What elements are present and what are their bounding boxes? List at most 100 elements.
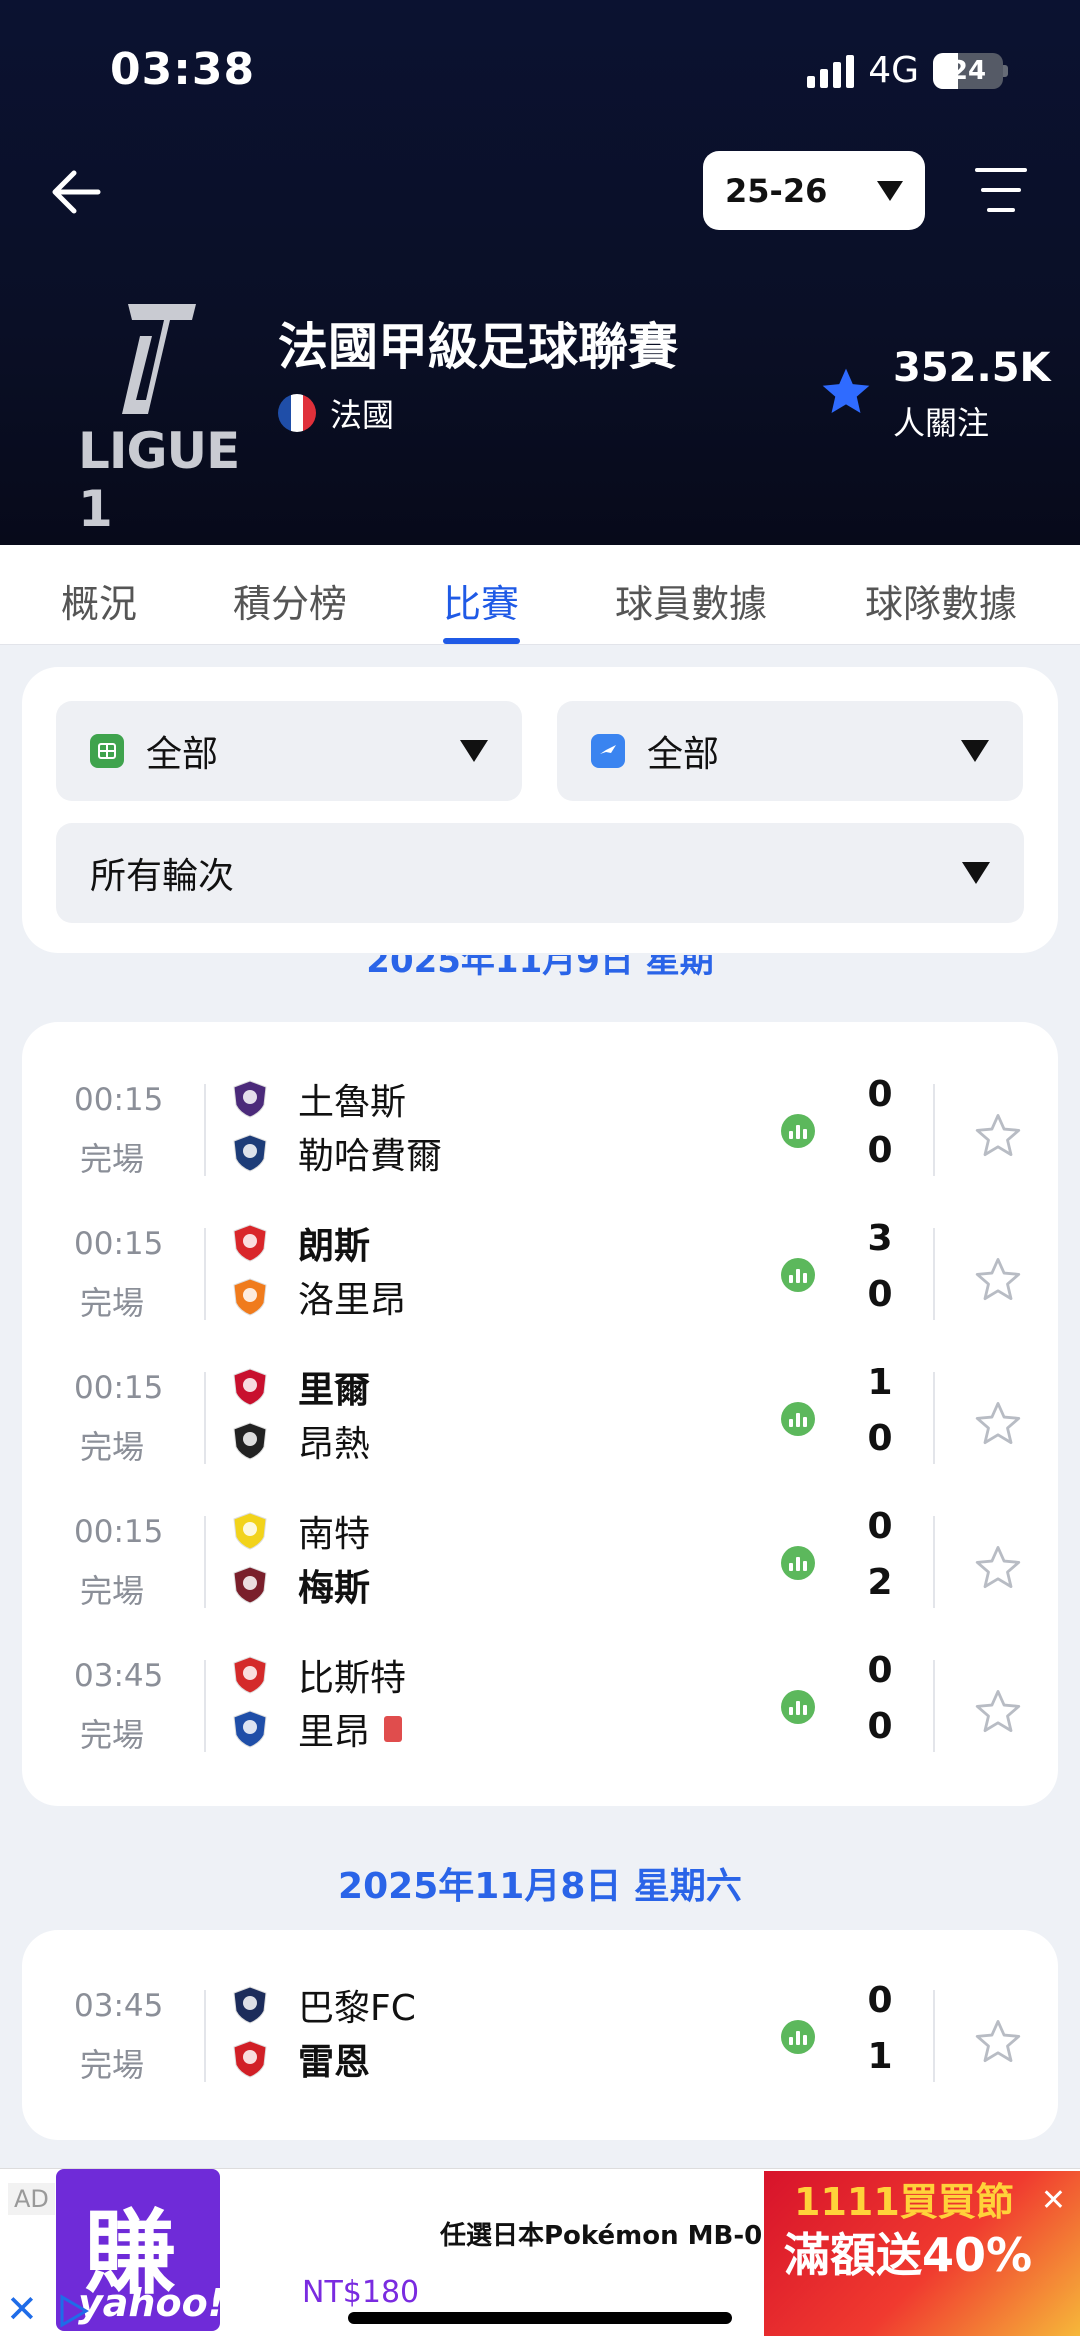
follow-star-icon[interactable]: [818, 364, 874, 420]
favorite-star-icon[interactable]: [972, 1542, 1024, 1594]
league-country: 法國: [278, 390, 394, 436]
filter-menu-icon[interactable]: [975, 168, 1031, 214]
home-score: 0: [867, 1650, 893, 1691]
status-bar: 03:38 4G 24: [0, 40, 1080, 100]
season-selector[interactable]: 25-26: [703, 151, 925, 230]
match-row[interactable]: 00:15 完場 里爾昂熱 1 0: [22, 1352, 1058, 1496]
home-score: 1: [867, 1362, 893, 1403]
away-team-crest-icon: [230, 1421, 270, 1461]
away-score: 0: [867, 1706, 893, 1747]
chevron-down-icon: [961, 740, 989, 762]
match-row[interactable]: 00:15 完場 南特 梅斯 0 2: [22, 1496, 1058, 1640]
home-indicator: [348, 2312, 732, 2324]
season-label: 25-26: [725, 171, 828, 210]
divider: [933, 1372, 935, 1464]
favorite-star-icon[interactable]: [972, 1254, 1024, 1306]
chevron-down-icon: [460, 740, 488, 762]
favorite-star-icon[interactable]: [972, 1686, 1024, 1738]
country-label: 法國: [330, 396, 395, 434]
match-time: 00:15: [74, 1370, 164, 1406]
favorite-star-icon[interactable]: [972, 1110, 1024, 1162]
stats-chart-icon[interactable]: [781, 2020, 815, 2054]
tab-matches[interactable]: 比賽: [443, 573, 519, 628]
match-card: 00:15 完場 土魯斯 勒哈費爾 0 0 00:15 完場 朗斯 洛里昂 3 0 00:15 完場 里爾昂…: [22, 1022, 1058, 1806]
stats-chart-icon[interactable]: [781, 1546, 815, 1580]
status-time: 03:38: [110, 44, 256, 95]
match-card: 03:45 完場 巴黎FC 雷恩 0 1: [22, 1930, 1058, 2140]
divider: [204, 1516, 206, 1608]
france-flag-icon: [278, 394, 316, 432]
away-score: 0: [867, 1418, 893, 1459]
ad-logo-text: yahoo!: [78, 2281, 226, 2325]
date-header-partial: 2025年11月9日 星期: [0, 955, 1080, 995]
league-header: 03:38 4G 24 25-26 LIGUE 1 法國甲級足球聯賽 法國 35…: [0, 0, 1080, 545]
tab-player-stats[interactable]: 球員數據: [615, 573, 767, 628]
home-team-name: 南特: [298, 1514, 371, 1555]
tab-overview[interactable]: 概況: [61, 573, 137, 628]
divider: [204, 1990, 206, 2082]
match-row[interactable]: 03:45 完場 比斯特 里昂 0 0: [22, 1640, 1058, 1784]
stats-chart-icon[interactable]: [781, 1690, 815, 1724]
battery-level: 24: [949, 55, 987, 86]
back-arrow-icon[interactable]: [44, 160, 108, 224]
divider: [204, 1372, 206, 1464]
ad-promo-image[interactable]: 1111買買節 滿額送40% ✕: [764, 2171, 1080, 2336]
status-indicators: 4G 24: [807, 50, 1008, 91]
away-team-crest-icon: [230, 2039, 270, 2079]
divider: [933, 1084, 935, 1176]
match-status: 完場: [80, 1284, 145, 1322]
close-icon[interactable]: ✕: [1041, 2183, 1066, 2218]
adchoices-icon[interactable]: [56, 2293, 92, 2329]
filter-panel: 全部 全部 所有輪次: [22, 667, 1058, 953]
match-status: 完場: [80, 1572, 145, 1610]
stats-chart-icon[interactable]: [781, 1114, 815, 1148]
match-row[interactable]: 03:45 完場 巴黎FC 雷恩 0 1: [22, 1970, 1058, 2114]
home-team-name: 比斯特: [298, 1658, 407, 1699]
home-team-name: 里爾: [298, 1370, 371, 1411]
stats-chart-icon[interactable]: [781, 1402, 815, 1436]
league-logo-word: LIGUE 1: [78, 422, 240, 538]
home-team: 朗斯: [230, 1220, 370, 1267]
divider: [204, 1084, 206, 1176]
away-team: 雷恩: [230, 2036, 370, 2083]
red-card-icon: [384, 1716, 403, 1742]
team-filter-icon: [90, 734, 124, 768]
ad-title[interactable]: 任選日本Pokémon MB-0…: [440, 2215, 788, 2252]
home-team: 南特: [230, 1508, 371, 1555]
home-team-crest-icon: [230, 1511, 270, 1551]
away-team-name: 洛里昂: [298, 1280, 407, 1321]
divider: [933, 1990, 935, 2082]
type-filter-icon: [591, 734, 625, 768]
team-filter-dropdown[interactable]: 全部: [56, 701, 522, 801]
tab-standings[interactable]: 積分榜: [233, 573, 347, 628]
chevron-down-icon: [877, 180, 903, 201]
tab-team-stats[interactable]: 球隊數據: [865, 573, 1017, 628]
divider: [204, 1660, 206, 1752]
away-team: 洛里昂: [230, 1274, 407, 1321]
network-type: 4G: [868, 50, 919, 91]
date-header-text: 2025年11月9日 星期: [366, 955, 714, 981]
date-header: 2025年11月8日 星期六: [338, 1866, 742, 1907]
match-row[interactable]: 00:15 完場 朗斯 洛里昂 3 0: [22, 1208, 1058, 1352]
favorite-star-icon[interactable]: [972, 2016, 1024, 2068]
favorite-star-icon[interactable]: [972, 1398, 1024, 1450]
chevron-down-icon: [962, 862, 990, 884]
match-status: 完場: [80, 1428, 145, 1466]
battery-icon: 24: [933, 52, 1008, 89]
round-filter-dropdown[interactable]: 所有輪次: [56, 823, 1024, 923]
round-filter-value: 所有輪次: [90, 856, 235, 897]
divider: [933, 1516, 935, 1608]
home-team-name: 土魯斯: [298, 1082, 407, 1123]
match-status: 完場: [80, 1140, 145, 1178]
away-team-name: 昂熱: [298, 1424, 371, 1465]
match-row[interactable]: 00:15 完場 土魯斯 勒哈費爾 0 0: [22, 1064, 1058, 1208]
divider: [933, 1228, 935, 1320]
divider: [204, 1228, 206, 1320]
stats-chart-icon[interactable]: [781, 1258, 815, 1292]
home-team-crest-icon: [230, 1223, 270, 1263]
ad-dismiss-icon[interactable]: ✕: [6, 2287, 38, 2331]
signal-icon: [807, 54, 855, 88]
home-team-crest-icon: [230, 1655, 270, 1695]
team-filter-value: 全部: [146, 734, 219, 775]
type-filter-dropdown[interactable]: 全部: [557, 701, 1023, 801]
